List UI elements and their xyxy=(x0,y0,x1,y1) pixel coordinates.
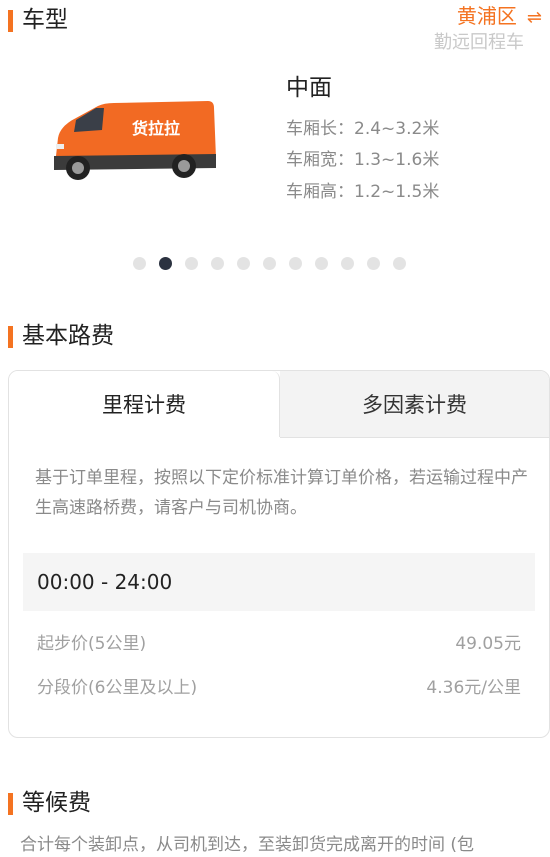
tab-multi-factor-pricing[interactable]: 多因素计费 xyxy=(280,371,549,438)
title-accent-bar xyxy=(8,10,13,32)
price-value: 49.05元 xyxy=(455,634,521,654)
carousel-dot[interactable] xyxy=(237,257,250,270)
waiting-fee-description: 合计每个装卸点，从司机到达，至装卸货完成离开的时间 (包 xyxy=(20,835,475,855)
price-row-segment: 分段价(6公里及以上) 4.36元/公里 xyxy=(37,673,521,698)
waiting-fee-title: 等候费 xyxy=(8,789,91,817)
district-label: 黄浦区 xyxy=(456,4,517,28)
pricing-card: 里程计费 多因素计费 基于订单里程，按照以下定价标准计算订单价格，若运输过程中产… xyxy=(8,370,550,738)
carousel-indicator xyxy=(133,257,419,270)
vehicle-model-name: 中面 xyxy=(286,75,332,101)
carousel-dot[interactable] xyxy=(341,257,354,270)
carousel-dot[interactable] xyxy=(185,257,198,270)
basic-fee-title: 基本路费 xyxy=(8,322,114,350)
watermark: 勤远回程车 xyxy=(434,32,524,53)
carousel-dot[interactable] xyxy=(159,257,172,270)
pricing-description: 基于订单里程，按照以下定价标准计算订单价格，若运输过程中产生高速路桥费，请客户与… xyxy=(35,468,528,518)
van-image: 货拉拉 xyxy=(54,101,216,180)
price-value: 4.36元/公里 xyxy=(426,678,521,698)
carousel-dot[interactable] xyxy=(289,257,302,270)
time-range: 00:00 - 24:00 xyxy=(23,553,535,611)
carousel-dot[interactable] xyxy=(315,257,328,270)
title-accent-bar xyxy=(8,326,13,348)
spec-length: 车厢长：2.4~3.2米 xyxy=(286,119,440,139)
title-accent-bar xyxy=(8,793,13,815)
spec-width: 车厢宽：1.3~1.6米 xyxy=(286,150,440,170)
price-label: 起步价(5公里) xyxy=(37,634,147,654)
carousel-dot[interactable] xyxy=(133,257,146,270)
vehicle-section-title: 车型 xyxy=(8,6,68,34)
carousel-dot[interactable] xyxy=(367,257,380,270)
carousel-dot[interactable] xyxy=(263,257,276,270)
price-row-starting: 起步价(5公里) 49.05元 xyxy=(37,629,521,654)
spec-height: 车厢高：1.2~1.5米 xyxy=(286,182,440,202)
carousel-dot[interactable] xyxy=(211,257,224,270)
swap-icon: ⇌ xyxy=(526,7,542,28)
price-label: 分段价(6公里及以上) xyxy=(37,678,198,698)
van-brand-text: 货拉拉 xyxy=(132,119,180,138)
carousel-dot[interactable] xyxy=(393,257,406,270)
tab-mileage-pricing[interactable]: 里程计费 xyxy=(9,371,280,437)
district-selector[interactable]: 黄浦区 ⇌ xyxy=(457,4,542,30)
